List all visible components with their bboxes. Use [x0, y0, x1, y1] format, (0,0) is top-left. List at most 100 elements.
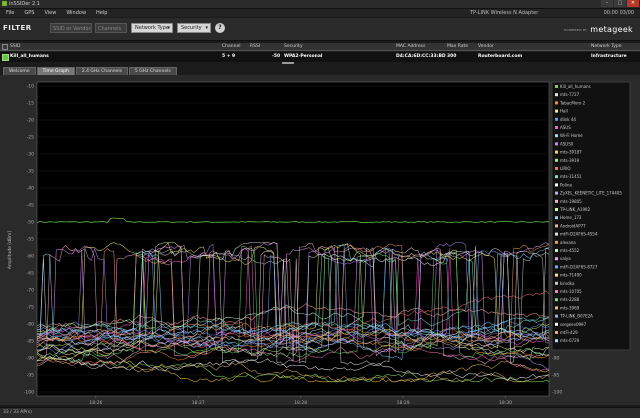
col-mac[interactable]: MAC Address — [396, 44, 425, 49]
legend-entry[interactable]: ASUS0 — [560, 141, 574, 146]
legend-entry[interactable]: mts-0729 — [560, 338, 580, 343]
x-tick-label: 18:29 — [397, 400, 410, 405]
close-button[interactable]: ✕ — [627, 0, 639, 7]
y-tick-label-left: -20 — [27, 118, 34, 124]
legend-entry[interactable]: mtFi-429 — [560, 330, 578, 335]
legend-swatch — [555, 273, 558, 277]
legend-entry[interactable]: mts-4552 — [560, 248, 580, 253]
legend-entry[interactable]: LIRIO — [560, 166, 571, 171]
security-dropdown[interactable]: Security — [177, 23, 211, 33]
legend-entry[interactable]: ASUS — [560, 125, 571, 130]
y-tick-label-left: -50 — [27, 220, 34, 226]
legend-entry[interactable]: mts-2288 — [560, 297, 580, 302]
y-tick-label-left: -10 — [27, 84, 34, 90]
network-table-header: SSID Channel RSSI Security MAC Address M… — [0, 43, 640, 51]
network-type-dropdown[interactable]: Network Type — [131, 23, 173, 33]
legend-entry[interactable]: mts-19805 — [560, 199, 582, 204]
legend-entry[interactable]: TP-LINK_B07E2A — [559, 314, 593, 319]
ap-count: 33 / 33 AP(s) — [3, 410, 32, 415]
legend-entry[interactable]: mts-3969 — [560, 305, 580, 310]
row-security: WPA2-Personal — [284, 54, 323, 59]
window-title: inSSIDer 2.1 — [9, 1, 40, 7]
y-tick-label-left: -45 — [27, 203, 34, 209]
col-network-type[interactable]: Network Type — [591, 44, 622, 49]
legend-entry[interactable]: mtFi-D2AF6S-4554 — [560, 232, 598, 237]
legend-swatch — [555, 191, 558, 195]
legend-entry[interactable]: ZyXEL_KEENETIC_LITE_174405 — [560, 191, 622, 196]
y-tick-label-left: -60 — [27, 254, 34, 260]
legend-entry[interactable]: mtFi-D2AF6S-8727 — [560, 264, 598, 269]
clock-readout: 00:00 03/00 — [603, 10, 634, 16]
legend-swatch — [555, 101, 558, 105]
y-tick-label-left: -80 — [27, 322, 34, 328]
legend-swatch — [555, 142, 558, 146]
y-tick-label-right: -90 — [552, 356, 559, 362]
title-bar: inSSIDer 2.1 – □ ✕ — [0, 0, 640, 9]
legend-entry[interactable]: mts-7727 — [560, 92, 580, 97]
col-vendor[interactable]: Vendor — [478, 44, 494, 49]
ssid-filter-input[interactable]: SSID or Vendor — [50, 23, 92, 33]
status-bar: 33 / 33 AP(s) — [0, 407, 640, 418]
legend-swatch — [555, 290, 558, 293]
col-rssi[interactable]: RSSI — [250, 44, 260, 49]
menu-item-view[interactable]: View — [44, 10, 56, 16]
legend-swatch — [555, 298, 558, 302]
legend-entry[interactable]: Kill_all_humans — [560, 84, 591, 89]
col-ssid[interactable]: SSID — [10, 44, 21, 49]
x-tick-label: 18:30 — [499, 400, 512, 405]
rssi-bar — [282, 62, 294, 64]
legend-swatch — [555, 126, 558, 129]
legend-swatch — [555, 175, 558, 179]
legend-entry[interactable]: TP-LINK_A1992 — [559, 207, 591, 212]
y-tick-label-left: -25 — [27, 135, 34, 141]
y-tick-label-left: -55 — [27, 237, 34, 243]
col-max-rate[interactable]: Max Rate — [447, 44, 468, 49]
legend-entry[interactable]: mts-11451 — [560, 174, 582, 179]
legend-entry[interactable]: Wi-Fi Home — [560, 133, 583, 138]
filter-bar: FILTER SSID or Vendor Channels Network T… — [0, 18, 640, 41]
legend-entry[interactable]: alexana — [560, 240, 576, 245]
legend-entry[interactable]: Polina — [560, 182, 572, 187]
row-checkbox[interactable] — [2, 54, 9, 61]
row-network-type: Infrastructure — [591, 54, 627, 59]
select-all-checkbox[interactable] — [2, 44, 8, 50]
table-row[interactable]: Kill_all_humans 5 + 9 -50 WPA2-Personal … — [0, 52, 640, 62]
legend-swatch — [555, 339, 558, 343]
legend-entry[interactable]: sergeev0997 — [560, 322, 587, 327]
maximize-button[interactable]: □ — [614, 0, 626, 7]
x-tick-label: 18:28 — [294, 400, 307, 405]
col-security[interactable]: Security — [284, 44, 302, 49]
legend-entry[interactable]: mts-10705 — [560, 289, 582, 294]
y-tick-label-left: -35 — [27, 169, 34, 175]
menu-item-file[interactable]: File — [6, 10, 14, 16]
legend-swatch — [555, 232, 558, 236]
legend-entry[interactable]: mts-39187 — [560, 150, 582, 155]
legend-entry[interactable]: AndroidAP77 — [560, 223, 586, 228]
x-tick-label: 18:26 — [89, 400, 102, 405]
y-axis-label: Amplitude [dBm] — [7, 231, 13, 270]
legend-swatch — [555, 314, 558, 318]
app-icon — [2, 1, 7, 6]
legend-entry[interactable]: valya — [560, 256, 571, 261]
legend-entry[interactable]: TabacMoro 2 — [559, 100, 586, 105]
legend-swatch — [555, 331, 558, 334]
col-channel[interactable]: Channel — [222, 44, 240, 49]
legend-swatch — [555, 85, 558, 88]
y-tick-label-left: -15 — [27, 101, 34, 107]
menu-item-gps[interactable]: GPS — [24, 10, 34, 16]
metageek-logo: POWERED BY metageek — [564, 25, 633, 34]
legend-swatch — [555, 281, 558, 285]
legend-entry[interactable]: Hall — [560, 109, 568, 114]
legend-entry[interactable]: mts-3919 — [560, 158, 580, 163]
y-tick-label-left: -85 — [27, 339, 34, 345]
row-max-rate: 300 — [447, 54, 457, 59]
legend-entry[interactable]: kirsdka — [560, 281, 575, 286]
legend-entry[interactable]: Home_173 — [560, 215, 582, 220]
menu-item-window[interactable]: Window — [66, 10, 86, 16]
menu-item-help[interactable]: Help — [96, 10, 107, 16]
legend-entry[interactable]: dlink 44 — [560, 117, 576, 122]
legend-entry[interactable]: mts-71490 — [560, 273, 582, 278]
help-button[interactable]: ? — [215, 23, 225, 33]
minimize-button[interactable]: – — [601, 0, 613, 7]
channels-filter-input[interactable]: Channels — [95, 23, 127, 33]
